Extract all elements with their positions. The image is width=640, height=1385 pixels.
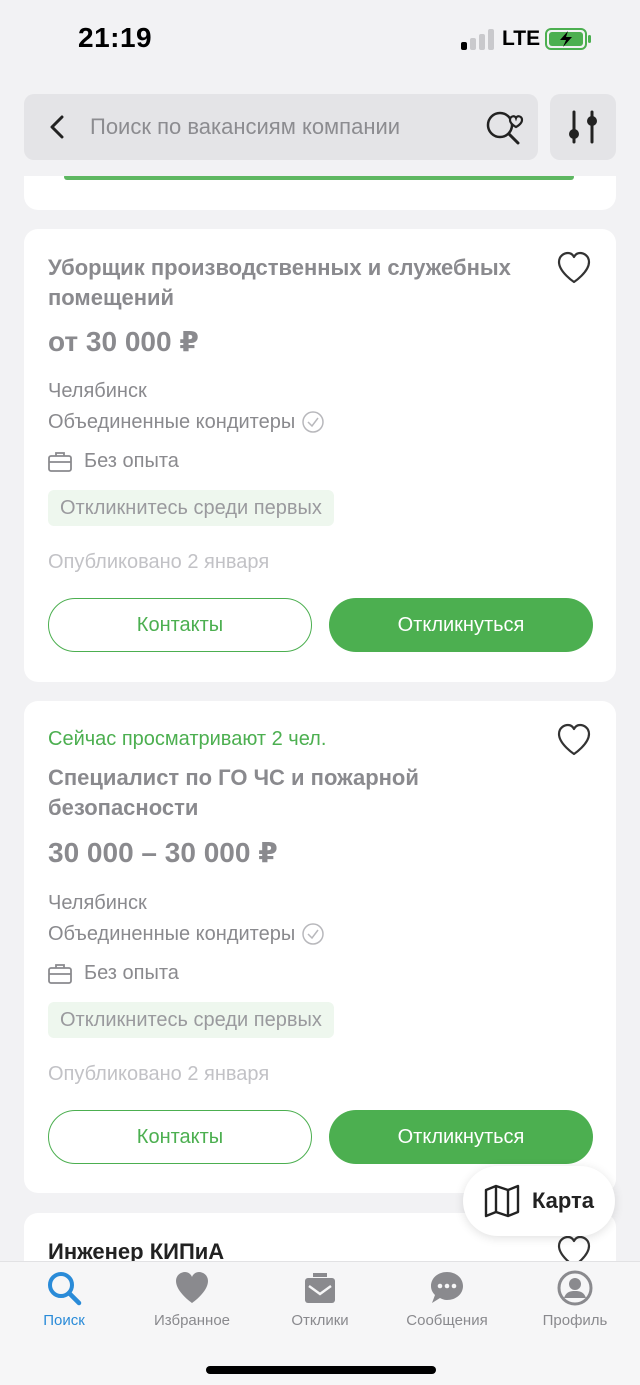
nav-label: Избранное bbox=[153, 1312, 231, 1329]
published-date: Опубликовано 2 января bbox=[48, 1063, 270, 1085]
map-button[interactable]: Карта bbox=[463, 1166, 615, 1236]
vacancy-city: Челябинск bbox=[48, 380, 147, 402]
status-bar: 21:19 LTE bbox=[0, 0, 640, 80]
respond-first-badge: Откликнитесь среди первых bbox=[48, 1002, 334, 1038]
briefcase-icon bbox=[48, 451, 72, 472]
apply-button[interactable]: Откликнуться bbox=[329, 598, 593, 652]
nav-label: Профиль bbox=[542, 1312, 608, 1329]
filter-sliders-icon bbox=[569, 110, 597, 144]
nav-label: Сообщения bbox=[406, 1312, 488, 1329]
nav-profile[interactable]: Профиль bbox=[520, 1270, 630, 1329]
vacancy-salary: 30 000 – 30 000 ₽ bbox=[48, 837, 278, 868]
vacancy-experience: Без опыта bbox=[48, 450, 179, 473]
experience-label: Без опыта bbox=[84, 962, 179, 984]
vacancy-salary: от 30 000 ₽ bbox=[48, 326, 199, 357]
favorite-heart-icon[interactable] bbox=[556, 251, 592, 285]
favorite-heart-icon[interactable] bbox=[556, 723, 592, 757]
vacancy-experience: Без опыта bbox=[48, 962, 179, 985]
viewing-now-label: Сейчас просматривают 2 чел. bbox=[48, 728, 327, 750]
vacancy-card[interactable]: Уборщик производственных и служебных пом… bbox=[24, 229, 616, 682]
favorite-search-icon[interactable] bbox=[484, 108, 524, 148]
home-indicator bbox=[206, 1366, 436, 1374]
responses-icon bbox=[305, 1273, 335, 1303]
briefcase-icon bbox=[48, 963, 72, 984]
vacancy-title[interactable]: Специалист по ГО ЧС и пожарной безопасно… bbox=[48, 763, 528, 823]
bottom-navigation: Поиск Избранное Отклики Сообщения Профил… bbox=[0, 1261, 640, 1385]
vacancy-company: Объединенные кондитеры bbox=[48, 410, 325, 434]
vacancy-card[interactable]: Сейчас просматривают 2 чел. Специалист п… bbox=[24, 701, 616, 1193]
cellular-signal-icon bbox=[461, 28, 495, 50]
apply-button[interactable]: Откликнуться bbox=[329, 1110, 593, 1164]
nav-label: Отклики bbox=[291, 1312, 349, 1329]
company-name: Объединенные кондитеры bbox=[48, 410, 296, 433]
filter-button[interactable] bbox=[550, 94, 616, 160]
search-input[interactable] bbox=[90, 94, 470, 160]
search-header bbox=[0, 80, 640, 176]
published-date: Опубликовано 2 января bbox=[48, 551, 270, 573]
vacancy-city: Челябинск bbox=[48, 892, 147, 914]
network-type: LTE bbox=[502, 27, 541, 50]
map-icon bbox=[484, 1184, 520, 1218]
verified-check-icon bbox=[302, 923, 324, 945]
experience-label: Без опыта bbox=[84, 450, 179, 472]
profile-icon bbox=[557, 1270, 593, 1306]
messages-icon bbox=[431, 1272, 463, 1303]
vacancy-company: Объединенные кондитеры bbox=[48, 922, 325, 946]
search-icon bbox=[48, 1272, 82, 1306]
nav-label: Поиск bbox=[43, 1312, 85, 1329]
company-name: Объединенные кондитеры bbox=[48, 922, 296, 945]
nav-favorites[interactable]: Избранное bbox=[137, 1270, 247, 1329]
back-chevron-icon[interactable] bbox=[42, 112, 72, 142]
respond-first-badge: Откликнитесь среди первых bbox=[48, 490, 334, 526]
vacancy-title[interactable]: Уборщик производственных и служебных пом… bbox=[48, 253, 528, 313]
search-bar bbox=[24, 94, 538, 160]
verified-check-icon bbox=[302, 411, 324, 433]
map-button-label: Карта bbox=[531, 1188, 595, 1213]
heart-icon bbox=[176, 1272, 208, 1303]
battery-charging-icon bbox=[545, 28, 591, 50]
contacts-button[interactable]: Контакты bbox=[48, 598, 312, 652]
contacts-button[interactable]: Контакты bbox=[48, 1110, 312, 1164]
status-time: 21:19 bbox=[78, 22, 153, 53]
nav-search[interactable]: Поиск bbox=[9, 1270, 119, 1329]
nav-responses[interactable]: Отклики bbox=[265, 1270, 375, 1329]
nav-messages[interactable]: Сообщения bbox=[392, 1270, 502, 1329]
